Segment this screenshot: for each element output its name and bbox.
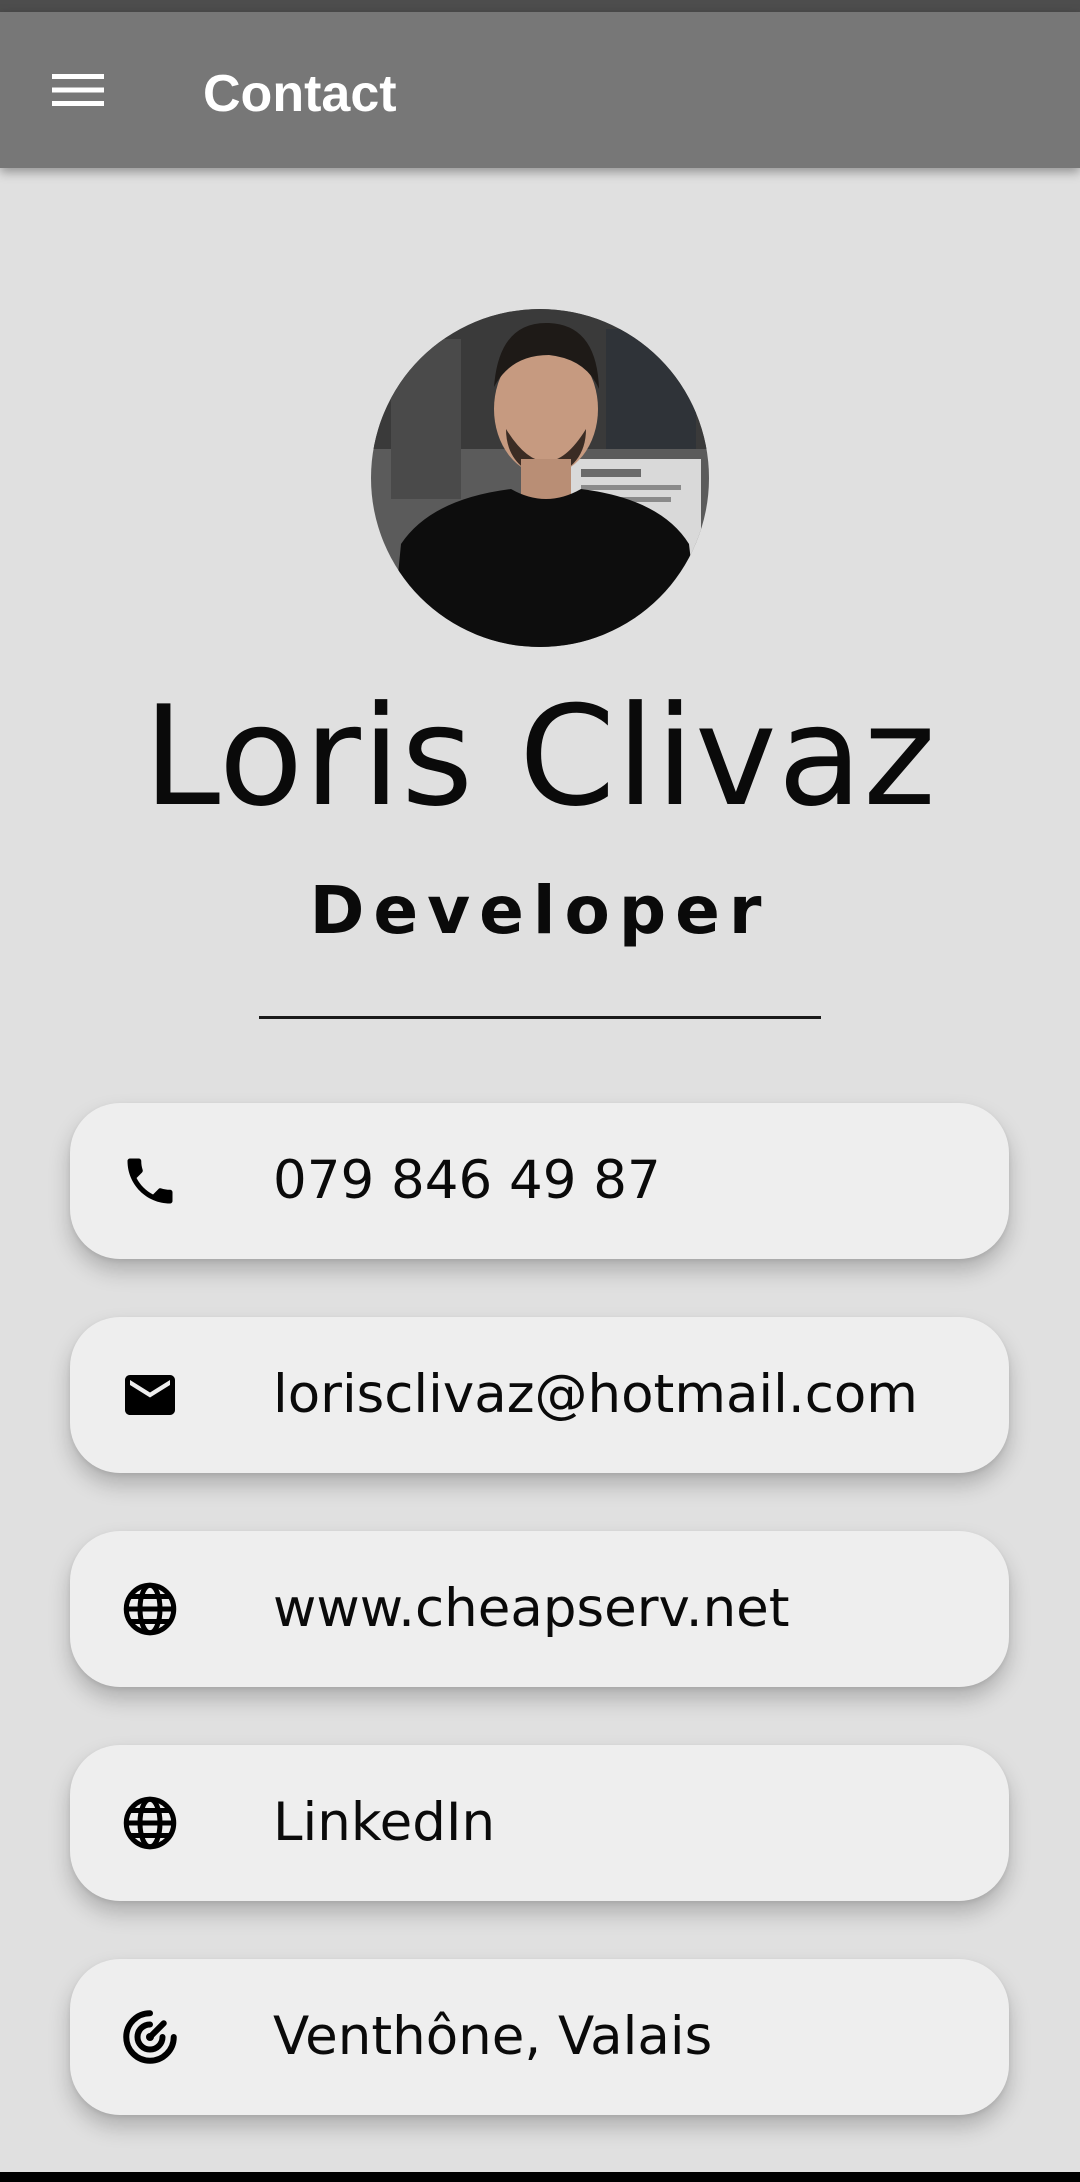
globe-icon (120, 1793, 180, 1853)
contact-location-text: Venthône, Valais (273, 2006, 713, 2067)
contact-card-email[interactable]: lorisclivaz@hotmail.com (70, 1317, 1009, 1473)
app-bar: Contact (0, 12, 1080, 168)
contact-email-text: lorisclivaz@hotmail.com (273, 1364, 918, 1425)
contact-card-phone[interactable]: 079 846 49 87 (70, 1103, 1009, 1259)
contact-card-website[interactable]: www.cheapserv.net (70, 1531, 1009, 1687)
hamburger-menu-icon (52, 74, 104, 106)
contact-website-text: www.cheapserv.net (273, 1578, 790, 1639)
status-bar-strip (0, 0, 1080, 12)
contact-phone-text: 079 846 49 87 (273, 1150, 661, 1211)
navigation-bar-strip (0, 2172, 1080, 2182)
divider (259, 1016, 821, 1019)
menu-button[interactable] (40, 58, 116, 122)
location-icon (120, 2007, 180, 2067)
profile-name: Loris Clivaz (143, 676, 937, 837)
profile-role: Developer (309, 872, 771, 949)
app-bar-title: Contact (203, 65, 397, 123)
globe-icon (120, 1579, 180, 1639)
contact-card-location[interactable]: Venthône, Valais (70, 1959, 1009, 2115)
avatar (371, 309, 709, 647)
contact-card-linkedin[interactable]: LinkedIn (70, 1745, 1009, 1901)
profile-photo (371, 309, 709, 647)
contact-linkedin-text: LinkedIn (273, 1792, 496, 1853)
phone-icon (120, 1151, 180, 1211)
email-icon (120, 1365, 180, 1425)
